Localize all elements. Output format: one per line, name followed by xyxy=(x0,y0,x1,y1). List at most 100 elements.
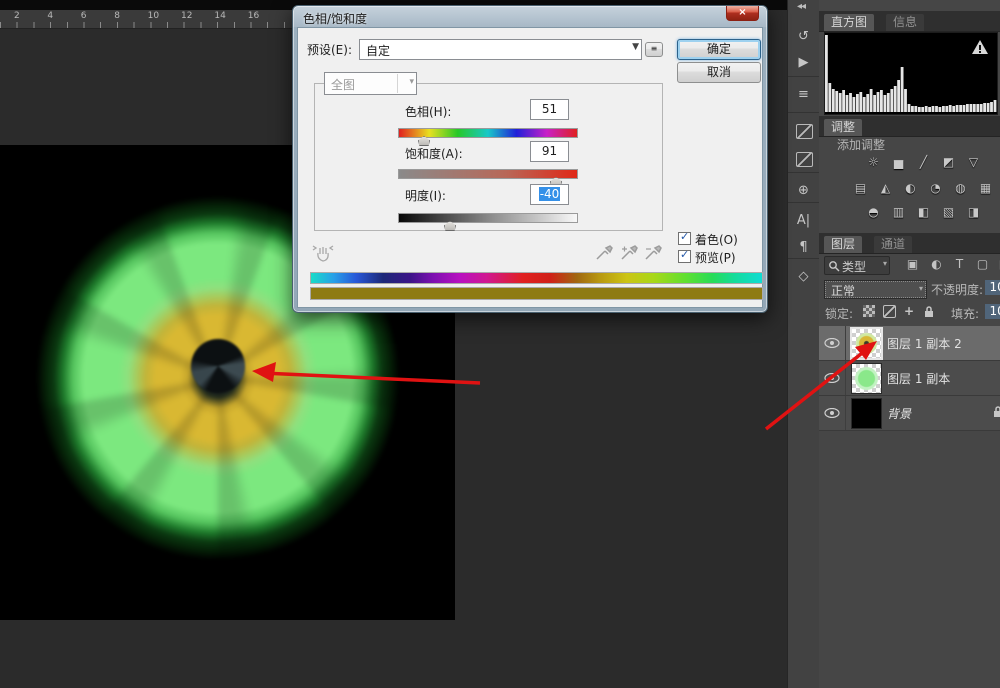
collapse-panels-icon[interactable]: ◂◂ xyxy=(797,1,817,12)
adjustment-channel-mixer-icon[interactable]: ◍ xyxy=(950,180,971,197)
lock-position-icon[interactable]: + xyxy=(901,303,917,319)
adjustment-photo-filter-icon[interactable]: ◔ xyxy=(925,180,946,197)
on-image-adjust-hand-icon[interactable] xyxy=(310,240,336,266)
preview-label: 预览(P) xyxy=(695,249,736,266)
close-icon[interactable]: × xyxy=(726,6,759,21)
panel-dock-strip: ◂◂ ↺ ▶ ≡ ⊕ A| ¶ ◇ xyxy=(787,0,820,688)
adjustment-black-white-icon[interactable]: ◐ xyxy=(900,180,921,197)
layer-visibility-eye-icon[interactable] xyxy=(819,396,846,430)
layer-thumbnail[interactable] xyxy=(851,398,882,429)
adjustment-color-balance-icon[interactable]: ◭ xyxy=(875,180,896,197)
opacity-value[interactable]: 100 xyxy=(985,280,1000,295)
sat-slider-label: 饱和度(A): xyxy=(405,145,463,162)
adjustments-tabstrip: 调整 xyxy=(819,116,1000,137)
sat-value-input[interactable]: 91 xyxy=(530,141,569,162)
layer-filter-label: 类型 xyxy=(842,258,866,275)
tab-adjustments[interactable]: 调整 xyxy=(824,119,862,136)
light-value-input[interactable]: -40 xyxy=(530,184,569,205)
layer-row[interactable]: 背景 xyxy=(819,396,1000,431)
tab-channels[interactable]: 通道 xyxy=(874,236,912,253)
dock-separator xyxy=(788,172,819,173)
eyedropper-minus-icon[interactable] xyxy=(643,242,663,262)
preset-value: 自定 xyxy=(366,42,390,59)
blend-mode-dropdown[interactable]: 正常 ▾ xyxy=(824,280,927,299)
ruler-number: 14 xyxy=(214,11,225,21)
adjustment-exposure-icon[interactable]: ◩ xyxy=(938,154,959,171)
preset-label: 预设(E): xyxy=(307,41,352,58)
tab-layers[interactable]: 图层 xyxy=(824,236,862,253)
photoshop-workspace: 246810121416 ◂◂ ↺▶≡⊕A|¶◇ 直方图 信息 调整 添加调整 … xyxy=(0,0,1000,688)
eyedropper-plus-icon[interactable] xyxy=(619,242,639,262)
tab-histogram[interactable]: 直方图 xyxy=(824,14,874,31)
eyedropper-icon[interactable] xyxy=(594,242,614,262)
adjustment-selective-color-icon[interactable]: ◨ xyxy=(963,204,984,221)
dock-separator xyxy=(788,112,819,113)
ruler-number: 10 xyxy=(148,11,159,21)
adjustment-invert-icon[interactable]: ◓ xyxy=(863,204,884,221)
adjustment-gradient-map-icon[interactable]: ▧ xyxy=(938,204,959,221)
adjustment-threshold-icon[interactable]: ◧ xyxy=(913,204,934,221)
brush-panel-icon[interactable] xyxy=(791,120,816,142)
ruler-number: 16 xyxy=(248,11,259,21)
blend-mode-value: 正常 xyxy=(831,282,855,299)
layer-thumbnail[interactable] xyxy=(851,363,882,394)
adjustment-vibrance-icon[interactable]: ▽ xyxy=(963,154,984,171)
light-slider-label: 明度(I): xyxy=(405,187,446,204)
lock-label: 锁定: xyxy=(825,305,853,322)
adjustment-curves-icon[interactable]: ╱ xyxy=(913,154,934,171)
tool-presets-panel-icon[interactable] xyxy=(791,148,816,170)
tab-info[interactable]: 信息 xyxy=(886,14,924,31)
lock-row: 锁定: + 填充: 100 xyxy=(819,302,1000,324)
character-panel-icon[interactable]: A| xyxy=(791,210,816,232)
hue-value-input[interactable]: 51 xyxy=(530,99,569,120)
brush-presets-panel-icon[interactable]: ≡ xyxy=(791,84,816,106)
cancel-button[interactable]: 取消 xyxy=(677,62,761,83)
3d-panel-icon[interactable]: ◇ xyxy=(791,266,816,288)
adjustment-levels-icon[interactable]: ▅ xyxy=(888,154,909,171)
preset-dropdown[interactable]: 自定 ▼ xyxy=(359,39,642,60)
actions-panel-icon[interactable]: ▶ xyxy=(791,52,816,74)
layers-tabstrip: 图层 通道 xyxy=(819,233,1000,254)
layer-row[interactable]: 图层 1 副本 xyxy=(819,361,1000,396)
channel-dropdown[interactable]: 全图 ▾ xyxy=(324,72,417,95)
layer-visibility-eye-icon[interactable] xyxy=(819,361,846,395)
clone-source-panel-icon[interactable]: ⊕ xyxy=(791,180,816,202)
hue-saturation-dialog: 色相/饱和度 × 预设(E): 自定 ▼ ≡ 确定 取消 全图 ▾ 色相(H):… xyxy=(292,5,768,313)
layer-name[interactable]: 图层 1 副本 xyxy=(887,370,950,387)
colorize-label: 着色(O) xyxy=(695,231,738,248)
filter-pixel-layers-icon[interactable]: ▣ xyxy=(903,256,922,273)
ruler-number: 2 xyxy=(14,11,20,21)
filter-shape-layers-icon[interactable]: ▢ xyxy=(973,256,992,273)
lock-all-icon[interactable] xyxy=(921,303,937,319)
paragraph-panel-icon[interactable]: ¶ xyxy=(791,237,816,259)
layer-thumbnail[interactable] xyxy=(850,327,883,360)
history-panel-icon[interactable]: ↺ xyxy=(791,26,816,48)
layer-filter-type-dropdown[interactable]: 类型 ▾ xyxy=(824,256,890,275)
lock-paint-icon[interactable] xyxy=(881,303,897,319)
adjustment-posterize-icon[interactable]: ▥ xyxy=(888,204,909,221)
checkbox-box: ✓ xyxy=(678,250,691,263)
layer-name[interactable]: 背景 xyxy=(887,405,911,422)
source-spectrum-bar xyxy=(310,272,763,284)
adjustment-brightness-contrast-icon[interactable]: ☼ xyxy=(863,154,884,171)
sat-slider-track[interactable] xyxy=(398,169,578,179)
adjustment-color-lookup-icon[interactable]: ▦ xyxy=(975,180,996,197)
filter-smart-objects-icon[interactable]: ▤ xyxy=(995,256,1000,273)
layer-row[interactable]: 图层 1 副本 2 xyxy=(819,326,1000,361)
ruler-number: 8 xyxy=(114,11,120,21)
light-slider-track[interactable] xyxy=(398,213,578,223)
layer-visibility-eye-icon[interactable] xyxy=(819,326,846,360)
chevron-down-icon: ▾ xyxy=(883,259,887,268)
search-icon xyxy=(828,260,840,272)
fill-value[interactable]: 100 xyxy=(985,304,1000,319)
layer-name[interactable]: 图层 1 副本 2 xyxy=(887,335,962,352)
hue-slider-track[interactable] xyxy=(398,128,578,138)
ruler-number: 6 xyxy=(81,11,87,21)
lock-transparency-icon[interactable] xyxy=(861,303,877,319)
preset-options-icon[interactable]: ≡ xyxy=(645,42,663,57)
ok-button[interactable]: 确定 xyxy=(677,39,761,60)
histogram-warning-icon[interactable] xyxy=(971,39,989,55)
filter-adjustment-layers-icon[interactable]: ◐ xyxy=(927,256,946,273)
filter-type-layers-icon[interactable]: T xyxy=(950,256,969,273)
adjustment-hue-saturation-icon[interactable]: ▤ xyxy=(850,180,871,197)
